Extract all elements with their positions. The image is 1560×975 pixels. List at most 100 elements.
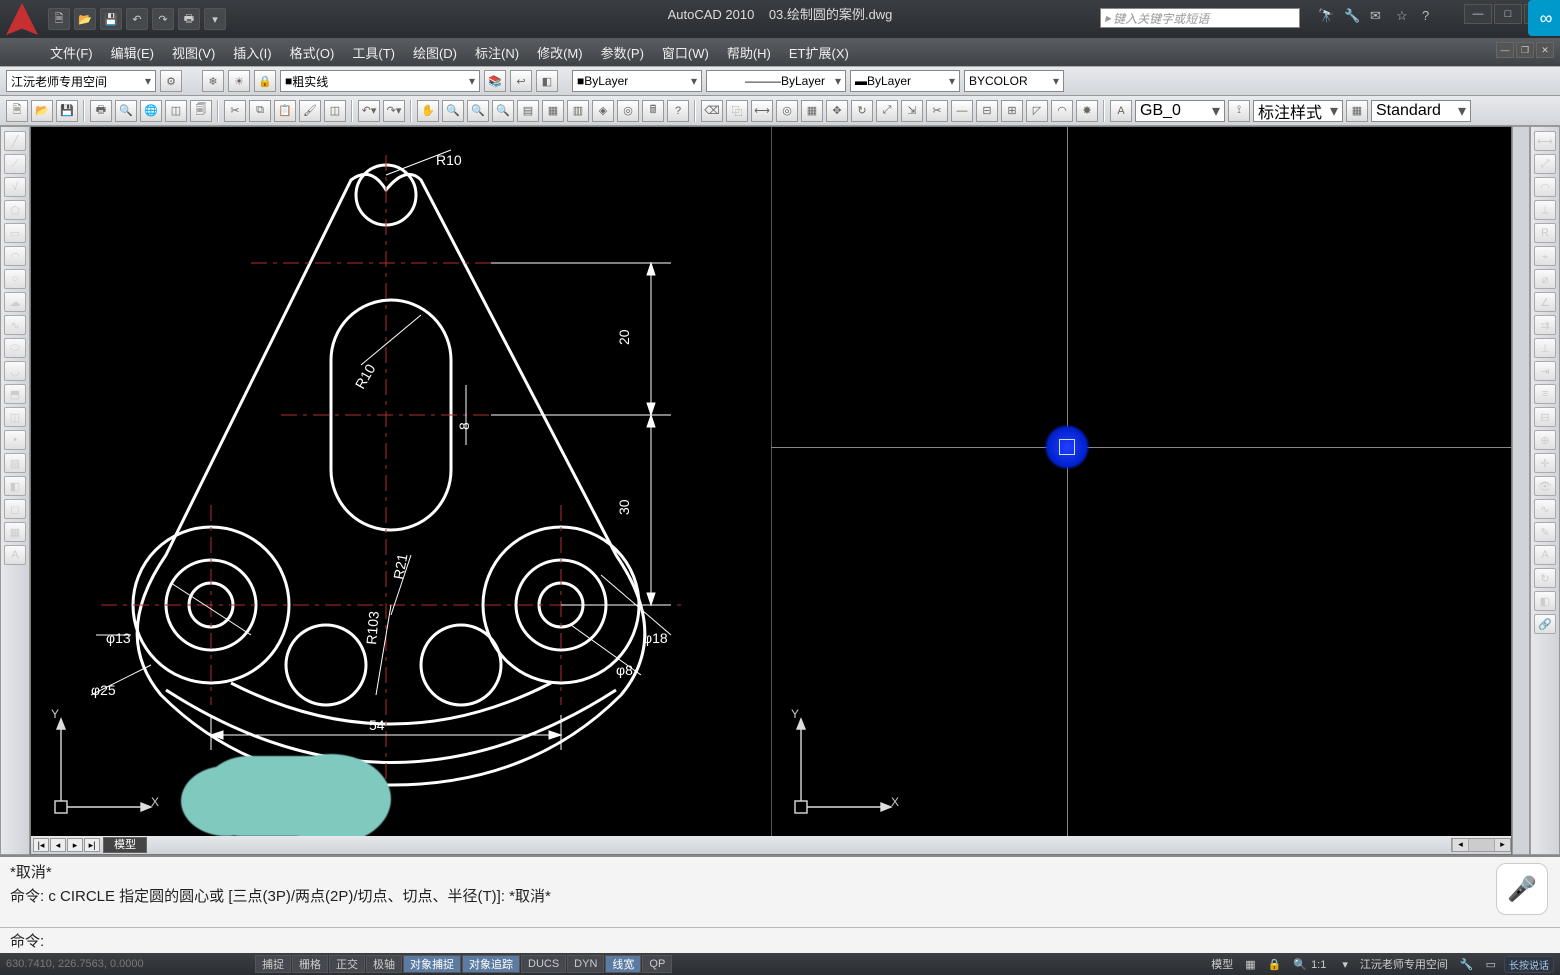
- xline-icon[interactable]: ⟋: [4, 154, 26, 174]
- polygon-icon[interactable]: ⬠: [4, 200, 26, 220]
- tab-last[interactable]: ▸|: [84, 838, 100, 852]
- infocenter-search[interactable]: 键入关键字或短语: [1100, 8, 1300, 28]
- tab-prev[interactable]: ◂: [50, 838, 66, 852]
- menu-insert[interactable]: 插入(I): [233, 43, 271, 62]
- plotstyle-combo[interactable]: BYCOLOR: [964, 70, 1064, 92]
- line-icon[interactable]: ╱: [4, 131, 26, 151]
- voice-button[interactable]: 🎤: [1496, 863, 1548, 915]
- minimize-button[interactable]: —: [1464, 4, 1492, 24]
- help2-icon[interactable]: ?: [667, 100, 689, 122]
- fillet-icon[interactable]: ◠: [1051, 100, 1073, 122]
- dimord-icon[interactable]: ⟂: [1534, 200, 1556, 220]
- rotate-icon[interactable]: ↻: [851, 100, 873, 122]
- erase-icon[interactable]: ⌫: [701, 100, 723, 122]
- hatch-icon[interactable]: ▨: [4, 453, 26, 473]
- dimjogline-icon[interactable]: ∿: [1534, 499, 1556, 519]
- spline-icon[interactable]: ∿: [4, 315, 26, 335]
- qcalc-icon[interactable]: 🖩: [642, 100, 664, 122]
- dimbase-icon[interactable]: ⊥: [1534, 338, 1556, 358]
- ellipse-icon[interactable]: ⬭: [4, 338, 26, 358]
- app-logo[interactable]: [6, 3, 38, 35]
- menu-et[interactable]: ET扩展(X): [789, 43, 849, 62]
- dimarc-icon[interactable]: ◠: [1534, 177, 1556, 197]
- ellipsearc-icon[interactable]: ◡: [4, 361, 26, 381]
- insert-icon[interactable]: ⬒: [4, 384, 26, 404]
- lineweight-combo[interactable]: ▬ ByLayer: [850, 70, 960, 92]
- arc-icon[interactable]: ◠: [4, 246, 26, 266]
- array-icon[interactable]: ▦: [801, 100, 823, 122]
- qat-print[interactable]: 🖶: [178, 8, 200, 30]
- qat-open[interactable]: 📂: [74, 8, 96, 30]
- status-grid-icon[interactable]: ▦: [1241, 958, 1259, 971]
- workspace-settings-icon[interactable]: ⚙: [160, 70, 182, 92]
- undo-icon[interactable]: ↶▾: [358, 100, 380, 122]
- match-icon[interactable]: 🖌: [299, 100, 321, 122]
- command-input-row[interactable]: 命令:: [0, 927, 1560, 953]
- zoom-rt-icon[interactable]: 🔍: [442, 100, 464, 122]
- dc-icon[interactable]: ▦: [542, 100, 564, 122]
- rect-icon[interactable]: ▭: [4, 223, 26, 243]
- scale-icon[interactable]: ⤢: [876, 100, 898, 122]
- tolerance-icon[interactable]: ⊕: [1534, 430, 1556, 450]
- status-toggle-5[interactable]: 对象追踪: [462, 955, 520, 973]
- paste-icon[interactable]: 📋: [274, 100, 296, 122]
- offset-icon[interactable]: ◎: [776, 100, 798, 122]
- revcloud-icon[interactable]: ☁: [4, 292, 26, 312]
- block-icon[interactable]: ◫: [324, 100, 346, 122]
- dimstyle2-icon[interactable]: ◧: [1534, 591, 1556, 611]
- pline-icon[interactable]: √: [4, 177, 26, 197]
- maximize-button[interactable]: □: [1494, 4, 1522, 24]
- centermark-icon[interactable]: ✛: [1534, 453, 1556, 473]
- status-tray-icon[interactable]: ▭: [1482, 958, 1500, 971]
- circle-icon[interactable]: ○: [4, 269, 26, 289]
- dimang-icon[interactable]: ∠: [1534, 292, 1556, 312]
- menu-tools[interactable]: 工具(T): [352, 43, 395, 62]
- tablestyle-combo[interactable]: Standard: [1371, 100, 1471, 122]
- layer-lock-icon[interactable]: 🔒: [254, 70, 276, 92]
- coord-readout[interactable]: 630.7410, 226.7563, 0.0000: [0, 958, 255, 970]
- mtext-icon[interactable]: A: [4, 545, 26, 565]
- zoom-win-icon[interactable]: 🔍: [467, 100, 489, 122]
- status-toggle-4[interactable]: 对象捕捉: [403, 955, 461, 973]
- cut-icon[interactable]: ✂: [224, 100, 246, 122]
- makeblock-icon[interactable]: ◫: [4, 407, 26, 427]
- break-icon[interactable]: ⊟: [976, 100, 998, 122]
- mdi-close[interactable]: ✕: [1536, 42, 1554, 58]
- extension-badge[interactable]: ∞: [1528, 0, 1560, 36]
- region-icon[interactable]: ◻: [4, 499, 26, 519]
- workspace-combo[interactable]: 江沅老师专用空间: [6, 70, 156, 92]
- ssm-icon[interactable]: ◈: [592, 100, 614, 122]
- status-toggle-3[interactable]: 极轴: [366, 955, 402, 973]
- diminspect-icon[interactable]: 👁: [1534, 476, 1556, 496]
- join-icon[interactable]: ⊞: [1001, 100, 1023, 122]
- status-model[interactable]: 模型: [1207, 956, 1237, 972]
- status-toggle-8[interactable]: 线宽: [605, 955, 641, 973]
- mirror-icon[interactable]: ⟷: [751, 100, 773, 122]
- layer-combo[interactable]: ■ 粗实线: [280, 70, 480, 92]
- tab-model[interactable]: 模型: [103, 837, 147, 853]
- print-icon[interactable]: 🖶: [90, 100, 112, 122]
- layer-mgr-icon[interactable]: 📚: [484, 70, 506, 92]
- menu-window[interactable]: 窗口(W): [662, 43, 709, 62]
- hscroll[interactable]: ◂▸: [1451, 838, 1511, 852]
- tp-icon[interactable]: ▥: [567, 100, 589, 122]
- menu-view[interactable]: 视图(V): [172, 43, 215, 62]
- layer-freeze-icon[interactable]: ❄: [202, 70, 224, 92]
- textstyle-icon[interactable]: A: [1110, 100, 1132, 122]
- menu-edit[interactable]: 编辑(E): [111, 43, 154, 62]
- dimspace-icon[interactable]: ≡: [1534, 384, 1556, 404]
- layer-prev-icon[interactable]: ↩: [510, 70, 532, 92]
- dimalign-icon[interactable]: ⤢: [1534, 154, 1556, 174]
- stretch-icon[interactable]: ⇲: [901, 100, 923, 122]
- layer-state-icon[interactable]: ☀: [228, 70, 250, 92]
- dimstyle-combo[interactable]: 标注样式: [1253, 100, 1343, 122]
- extend-icon[interactable]: —: [951, 100, 973, 122]
- qat-redo[interactable]: ↷: [152, 8, 174, 30]
- vscroll[interactable]: [1512, 126, 1530, 855]
- comm-icon[interactable]: ✉: [1370, 8, 1388, 26]
- linetype-combo[interactable]: ——— ByLayer: [706, 70, 846, 92]
- help-icon[interactable]: ?: [1422, 8, 1440, 26]
- status-ws[interactable]: 江沅老师专用空间: [1356, 956, 1452, 972]
- menu-file[interactable]: 文件(F): [50, 43, 93, 62]
- status-annoscale-icon[interactable]: ▾: [1338, 958, 1352, 971]
